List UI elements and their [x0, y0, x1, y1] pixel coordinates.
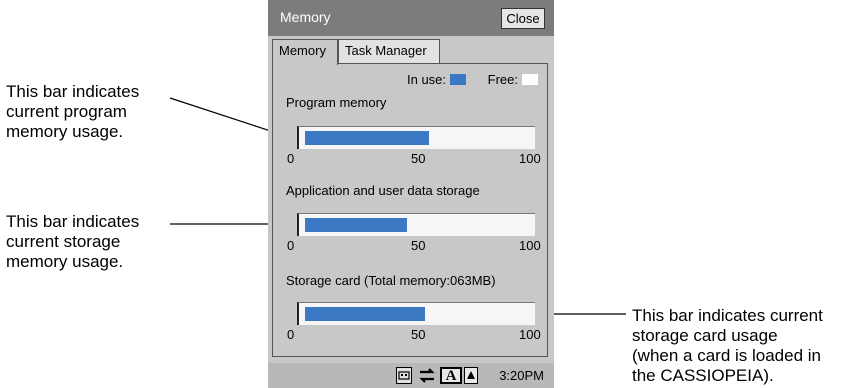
device-screen: Memory Close Memory Task Manager In use:…: [268, 0, 554, 388]
tick-label: 100: [519, 151, 541, 166]
program-memory-bar: [297, 126, 535, 149]
callout-storage-card: This bar indicates current storage card …: [632, 306, 823, 386]
callout-line: storage card usage: [632, 326, 778, 345]
tick-label: 50: [411, 327, 426, 342]
tick-label: 100: [519, 327, 541, 342]
close-button[interactable]: Close: [501, 8, 545, 29]
keyboard-icon[interactable]: [396, 367, 412, 384]
storage-memory-label: Application and user data storage: [286, 183, 480, 198]
tick-label: 50: [411, 238, 426, 253]
legend-in-use-swatch: [450, 74, 467, 85]
callout-line: memory usage.: [6, 252, 124, 271]
connection-icon[interactable]: [417, 367, 437, 384]
storage-card-fill: [305, 307, 425, 321]
tick-label: 50: [411, 151, 426, 166]
callout-line: current program: [6, 102, 127, 121]
callout-line: the CASSIOPEIA).: [632, 366, 774, 385]
tab-memory[interactable]: Memory: [272, 39, 338, 65]
tab-task-manager[interactable]: Task Manager: [338, 39, 440, 63]
callout-line: This bar indicates: [6, 82, 140, 101]
callout-line: (when a card is loaded in: [632, 346, 822, 365]
clock[interactable]: 3:20PM: [499, 368, 544, 383]
tick-label: 0: [287, 327, 295, 342]
window-title: Memory: [280, 9, 331, 25]
program-memory-fill: [305, 131, 430, 145]
callout-line: memory usage.: [6, 122, 124, 141]
title-bar: Memory Close: [268, 0, 554, 36]
tick-label: 0: [287, 151, 295, 166]
taskbar: A 3:20PM: [268, 363, 554, 388]
program-memory-label: Program memory: [286, 95, 387, 110]
legend-free-swatch: [522, 74, 538, 85]
callout-line: current storage: [6, 232, 121, 251]
storage-memory-bar: [297, 213, 535, 236]
tick-label: 100: [519, 238, 541, 253]
font-size-icon[interactable]: A: [440, 367, 462, 384]
callout-program-memory: This bar indicates current program memor…: [6, 82, 139, 142]
callout-line: This bar indicates: [6, 212, 140, 231]
input-mode-icon[interactable]: [464, 367, 478, 384]
storage-card-label: Storage card (Total memory:063MB): [286, 273, 496, 288]
callout-storage-memory: This bar indicates current storage memor…: [6, 212, 139, 272]
callout-line: This bar indicates current: [632, 306, 823, 325]
storage-card-bar: [297, 302, 535, 325]
usage-legend: In use: Free:: [407, 72, 542, 87]
legend-in-use-label: In use:: [407, 72, 447, 87]
storage-memory-fill: [305, 218, 407, 232]
tick-label: 0: [287, 238, 295, 253]
legend-free-label: Free:: [487, 72, 518, 87]
